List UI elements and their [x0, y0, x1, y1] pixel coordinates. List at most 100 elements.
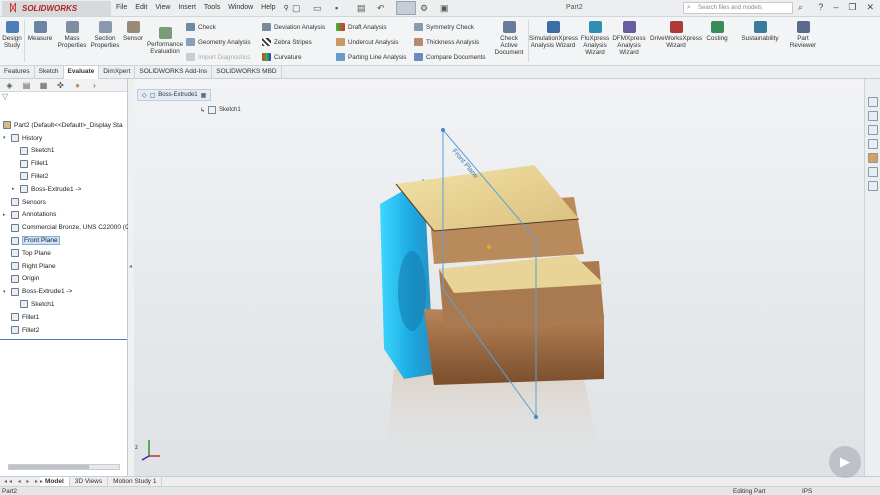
solidworks-logo[interactable]: ᛞ SOLIDWORKS: [2, 1, 111, 16]
tree-item[interactable]: Fillet2: [12, 172, 48, 181]
tab-motion-study[interactable]: Motion Study 1: [108, 477, 163, 486]
restore-icon[interactable]: ❐: [848, 2, 856, 13]
open-icon[interactable]: ▭: [313, 3, 322, 14]
tree-item[interactable]: Top Plane: [3, 249, 51, 258]
new-document-icon[interactable]: ▢: [292, 3, 301, 14]
dfmxpress-button[interactable]: DFMXpress Analysis Wizard: [612, 21, 646, 56]
display-manager-tab-icon[interactable]: ●: [70, 80, 85, 91]
tree-item[interactable]: ▸ Boss-Extrude1 ->: [12, 185, 81, 194]
solidworks-forum-tab-icon[interactable]: [868, 181, 878, 191]
help-icon[interactable]: ?: [818, 2, 823, 13]
undercut-analysis-button[interactable]: Undercut Analysis: [336, 38, 398, 46]
tab-nav-arrows-icon[interactable]: ◂◂ ◂ ▸ ▸▸: [4, 478, 45, 485]
configurationmanager-tab-icon[interactable]: ▦: [36, 80, 51, 91]
select-tool-button[interactable]: [396, 1, 416, 15]
tree-item[interactable]: Commercial Bronze, UNS C22000 (C: [3, 223, 130, 232]
expand-arrow-icon[interactable]: ▾: [3, 289, 8, 295]
custom-properties-tab-icon[interactable]: [868, 167, 878, 177]
geometry-analysis-button[interactable]: Geometry Analysis: [186, 38, 251, 46]
compare-documents-button[interactable]: Compare Documents: [414, 53, 486, 61]
sensor-button[interactable]: Sensor: [121, 21, 145, 42]
panel-more-icon[interactable]: ›: [87, 80, 102, 91]
measure-button[interactable]: Measure: [26, 21, 54, 42]
expand-arrow-icon[interactable]: ▸: [3, 212, 8, 218]
simulationxpress-button[interactable]: SimulationXpress Analysis Wizard: [529, 21, 578, 49]
performance-evaluation-button[interactable]: Performance Evaluation: [146, 27, 184, 55]
check-button[interactable]: Check: [186, 23, 216, 31]
tree-item[interactable]: Front Plane: [3, 236, 60, 246]
tree-item[interactable]: Right Plane: [3, 262, 56, 270]
symmetry-check-button[interactable]: Symmetry Check: [414, 23, 474, 31]
tree-item[interactable]: Fillet1: [3, 313, 39, 322]
tab-3d-views[interactable]: 3D Views: [70, 477, 109, 486]
filter-icon[interactable]: ▽: [0, 92, 127, 104]
tree-item[interactable]: Sketch1: [12, 300, 55, 309]
tab-mbd[interactable]: SOLIDWORKS MBD: [212, 66, 282, 79]
minimize-icon[interactable]: –: [833, 2, 838, 13]
menu-file[interactable]: File: [116, 4, 127, 12]
options-icon[interactable]: ▣: [440, 3, 449, 14]
tab-addins[interactable]: SOLIDWORKS Add-Ins: [135, 66, 213, 79]
rollback-bar[interactable]: [0, 339, 127, 340]
draft-analysis-button[interactable]: Draft Analysis: [336, 23, 387, 31]
save-icon[interactable]: ▪: [335, 3, 338, 13]
rebuild-icon[interactable]: ⚙: [420, 3, 428, 14]
resources-tab-icon[interactable]: [868, 97, 878, 107]
featuremanager-tab-icon[interactable]: ◈: [2, 80, 17, 91]
graphics-area[interactable]: ◇ ▢ Boss-Extrude1 ▦ ↳ Sketch1 Front Plan…: [134, 79, 864, 476]
tree-item[interactable]: ▸ Annotations: [3, 210, 56, 219]
undo-icon[interactable]: ↶: [377, 3, 385, 14]
horizontal-scrollbar[interactable]: [8, 464, 120, 470]
part-reviewer-button[interactable]: Part Reviewer: [788, 21, 818, 49]
zebra-stripes-button[interactable]: Zebra Stripes: [262, 38, 312, 46]
model-view[interactable]: Front Plane: [134, 79, 864, 476]
magnifier-icon[interactable]: ⌕: [798, 2, 803, 13]
deviation-analysis-button[interactable]: Deviation Analysis: [262, 23, 325, 31]
tree-root[interactable]: Part2 (Default<<Default>_Display Sta: [3, 121, 123, 129]
expand-arrow-icon[interactable]: ▾: [3, 135, 8, 141]
curvature-button[interactable]: Curvature: [262, 53, 302, 61]
thickness-analysis-button[interactable]: Thickness Analysis: [414, 38, 479, 46]
tree-item[interactable]: Sketch1: [12, 146, 55, 155]
menu-view[interactable]: View: [155, 4, 170, 12]
import-diagnostics-button[interactable]: Import Diagnostics: [186, 53, 250, 61]
tree-item[interactable]: Origin: [3, 274, 39, 283]
tab-features[interactable]: Features: [0, 66, 35, 79]
view-palette-tab-icon[interactable]: [868, 139, 878, 149]
mass-properties-button[interactable]: Mass Properties: [56, 21, 88, 49]
tree-item[interactable]: ▾ History: [3, 134, 42, 142]
tree-item[interactable]: Fillet1: [12, 159, 48, 168]
close-icon[interactable]: ✕: [866, 2, 874, 13]
search-input[interactable]: ⌕ Search files and models: [683, 2, 793, 14]
parting-line-analysis-button[interactable]: Parting Line Analysis: [336, 53, 406, 61]
menu-edit[interactable]: Edit: [135, 4, 147, 12]
costing-button[interactable]: Costing: [704, 21, 730, 42]
collapse-arrow-icon[interactable]: ◂: [129, 263, 132, 270]
check-active-document-button[interactable]: Check Active Document: [492, 21, 526, 56]
status-units[interactable]: IPS: [802, 488, 812, 495]
section-properties-button[interactable]: Section Properties: [90, 21, 120, 49]
menu-help[interactable]: Help: [261, 4, 275, 12]
pin-icon[interactable]: ⚲: [284, 4, 289, 12]
tree-item[interactable]: ▾ Boss-Extrude1 ->: [3, 287, 72, 296]
tab-sketch[interactable]: Sketch: [35, 66, 64, 79]
propertymanager-tab-icon[interactable]: ▤: [19, 80, 34, 91]
sustainability-button[interactable]: Sustainability: [740, 21, 780, 42]
driveworksxpress-button[interactable]: DriveWorksXpress Wizard: [648, 21, 704, 49]
design-study-button[interactable]: Design Study: [2, 21, 22, 49]
appearances-tab-icon[interactable]: [868, 153, 878, 163]
menu-window[interactable]: Window: [228, 4, 253, 12]
tab-dimxpert[interactable]: DimXpert: [99, 66, 136, 79]
video-play-overlay-icon[interactable]: ▶: [829, 446, 861, 478]
menu-insert[interactable]: Insert: [178, 4, 196, 12]
dimxpert-tab-icon[interactable]: ✜: [53, 80, 68, 91]
expand-arrow-icon[interactable]: ▸: [12, 186, 17, 192]
design-library-tab-icon[interactable]: [868, 111, 878, 121]
floxpress-button[interactable]: FloXpress Analysis Wizard: [579, 21, 611, 56]
print-icon[interactable]: ▤: [357, 3, 366, 14]
file-explorer-tab-icon[interactable]: [868, 125, 878, 135]
menu-tools[interactable]: Tools: [204, 4, 220, 12]
tree-item[interactable]: Fillet2: [3, 326, 39, 334]
tree-item[interactable]: Sensors: [3, 198, 46, 206]
tab-evaluate[interactable]: Evaluate: [63, 66, 100, 79]
